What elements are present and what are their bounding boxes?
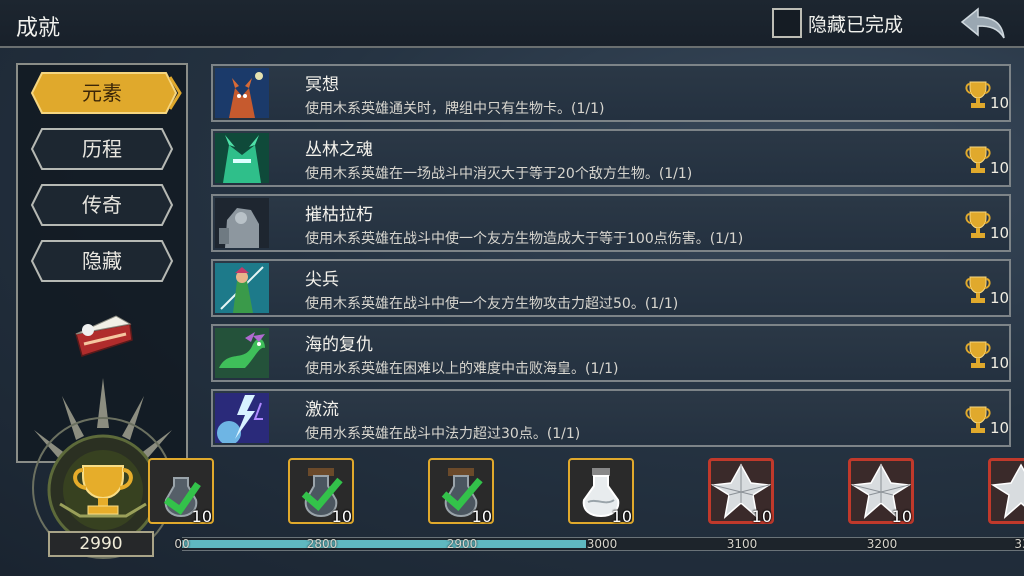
reward-points: 10 <box>331 507 352 526</box>
stone-golem-portrait-icon <box>215 198 269 248</box>
hide-completed-label: 隐藏已完成 <box>808 13 904 36</box>
reward-item[interactable]: 10 <box>708 458 774 526</box>
sea-dragon-portrait-icon <box>215 328 269 378</box>
achievement-description: 使用木系英雄在战斗中使一个友方生物造成大于等于100点伤害。(1/1) <box>305 231 744 247</box>
back-arrow-icon <box>960 7 1005 39</box>
achievement-name: 摧枯拉朽 <box>305 205 373 225</box>
achievement-description: 使用木系英雄在战斗中使一个友方生物攻击力超过50。(1/1) <box>305 296 679 312</box>
crystal-shard-icon <box>988 458 1024 524</box>
tab-elements-label: 元素 <box>82 81 122 105</box>
lightning-storm-portrait-icon <box>215 393 269 443</box>
achievement-row[interactable]: 海的复仇 使用水系英雄在困难以上的难度中击败海皇。(1/1) 10 <box>211 324 1011 382</box>
trophy-icon <box>965 146 991 173</box>
reward-points: 10 <box>611 507 632 526</box>
tab-elements[interactable]: 元素 <box>30 71 182 115</box>
achievement-name: 海的复仇 <box>305 335 373 355</box>
achievement-points: 10 <box>990 354 1010 372</box>
achievement-description: 使用水系英雄在困难以上的难度中击败海皇。(1/1) <box>305 361 619 377</box>
trophy-icon <box>965 276 991 303</box>
tab-journey-label: 历程 <box>82 137 122 161</box>
top-bar: 成就 隐藏已完成 <box>0 0 1024 48</box>
trophy-icon <box>965 81 991 108</box>
achievement-points: 10 <box>990 419 1010 437</box>
achievement-row[interactable]: 丛林之魂 使用木系英雄在一场战斗中消灭大于等于20个敌方生物。(1/1) 10 <box>211 129 1011 187</box>
tab-journey[interactable]: 历程 <box>30 127 174 171</box>
trophy-icon <box>965 211 991 238</box>
trophy-icon <box>965 406 991 433</box>
back-button[interactable] <box>958 6 1008 42</box>
milestone-label: 3100 <box>726 537 758 551</box>
cake-slice-icon <box>75 315 133 357</box>
reward-track[interactable]: 10 10 10 10 10 10 00 2800 2900 3000 3100… <box>148 450 1024 576</box>
achievement-name: 激流 <box>305 400 339 420</box>
hide-completed-toggle[interactable]: 隐藏已完成 <box>772 8 903 38</box>
achievement-row[interactable]: 摧枯拉朽 使用木系英雄在战斗中使一个友方生物造成大于等于100点伤害。(1/1)… <box>211 194 1011 252</box>
milestone-label: 3000 <box>586 537 618 551</box>
achievement-name: 冥想 <box>305 75 339 95</box>
achievement-name: 尖兵 <box>305 270 339 290</box>
milestone-label: 2800 <box>306 537 338 551</box>
reward-item[interactable]: 10 <box>148 458 214 526</box>
achievement-description: 使用水系英雄在战斗中法力超过30点。(1/1) <box>305 426 581 442</box>
archer-portrait-icon <box>215 263 269 313</box>
reward-item[interactable]: 10 <box>428 458 494 526</box>
tab-legend[interactable]: 传奇 <box>30 183 174 227</box>
milestone-label: 3200 <box>866 537 898 551</box>
page-title: 成就 <box>16 16 61 41</box>
reward-item[interactable]: 10 <box>568 458 634 526</box>
reward-item[interactable]: 10 <box>988 458 1024 524</box>
hide-completed-checkbox[interactable] <box>772 8 802 38</box>
score-display: 2990 <box>48 531 154 557</box>
reward-item[interactable]: 10 <box>848 458 914 526</box>
achievement-points: 10 <box>990 159 1010 177</box>
milestone-label: 33 <box>1014 537 1024 551</box>
tab-hidden-label: 隐藏 <box>82 249 122 273</box>
reward-points: 10 <box>471 507 492 526</box>
achievement-row[interactable]: 尖兵 使用木系英雄在战斗中使一个友方生物攻击力超过50。(1/1) 10 <box>211 259 1011 317</box>
achievement-row[interactable]: 激流 使用水系英雄在战斗中法力超过30点。(1/1) 10 <box>211 389 1011 447</box>
achievement-description: 使用木系英雄在一场战斗中消灭大于等于20个敌方生物。(1/1) <box>305 166 693 182</box>
achievement-description: 使用木系英雄通关时，牌组中只有生物卡。(1/1) <box>305 101 605 117</box>
tab-hidden[interactable]: 隐藏 <box>30 239 174 283</box>
reward-item[interactable]: 10 <box>288 458 354 526</box>
achievement-row[interactable]: 冥想 使用木系英雄通关时，牌组中只有生物卡。(1/1) 10 <box>211 64 1011 122</box>
milestone-label: 2900 <box>446 537 478 551</box>
tab-legend-label: 传奇 <box>82 193 122 217</box>
reward-points: 10 <box>191 507 212 526</box>
achievement-name: 丛林之魂 <box>305 140 373 160</box>
reward-points: 10 <box>751 507 772 526</box>
fox-warrior-portrait-icon <box>215 68 269 118</box>
achievement-points: 10 <box>990 224 1010 242</box>
trophy-icon <box>965 341 991 368</box>
reward-points: 10 <box>891 507 912 526</box>
forest-spirit-portrait-icon <box>215 133 269 183</box>
progress-fill <box>182 540 586 548</box>
achievement-points: 10 <box>990 94 1010 112</box>
milestone-label: 00 <box>174 537 190 551</box>
achievement-points: 10 <box>990 289 1010 307</box>
